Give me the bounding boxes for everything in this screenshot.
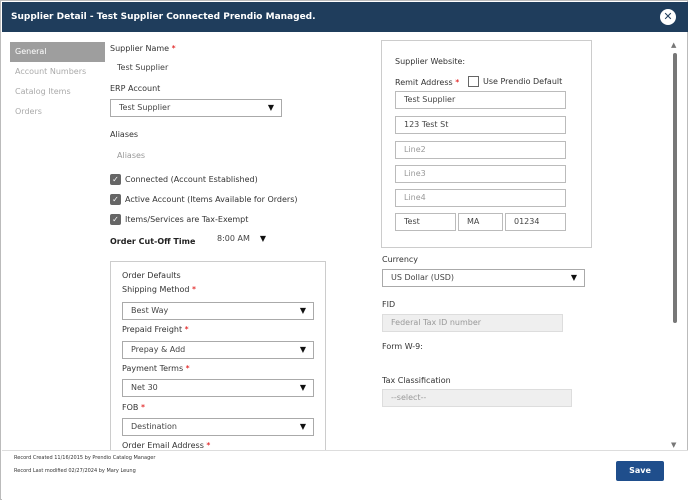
modal-title: Supplier Detail - Test Supplier Connecte… xyxy=(11,12,316,22)
supplier-website-label: Supplier Website: xyxy=(395,57,466,66)
scrollbar-thumb[interactable] xyxy=(673,53,677,323)
tax-classification-select[interactable]: --select-- xyxy=(382,389,572,407)
erp-account-value: Test Supplier xyxy=(119,103,171,112)
connected-checkbox[interactable]: ✓ Connected (Account Established) xyxy=(110,174,258,186)
close-icon[interactable]: ✕ xyxy=(660,9,676,25)
prepaid-freight-label: Prepaid Freight * xyxy=(122,325,189,334)
fid-label: FID xyxy=(382,300,396,309)
payment-terms-value: Net 30 xyxy=(131,383,158,392)
sidebar-item-account-numbers[interactable]: Account Numbers xyxy=(10,62,105,82)
chevron-down-icon: ▼ xyxy=(259,234,266,243)
tax-classification-label: Tax Classification xyxy=(382,376,451,385)
city-input[interactable]: Test xyxy=(395,213,456,231)
checkbox-checked-icon: ✓ xyxy=(110,194,121,205)
aliases-input[interactable]: Aliases xyxy=(117,151,145,160)
address-line3-input[interactable]: Line2 xyxy=(395,141,566,159)
sidebar-item-general[interactable]: General xyxy=(10,42,105,62)
record-modified-text: Record Last modified 02/27/2024 by Mary … xyxy=(14,468,136,474)
use-prendio-default-label: Use Prendio Default xyxy=(483,77,563,86)
shipping-method-select[interactable]: Best Way ▼ xyxy=(122,302,314,320)
supplier-detail-modal: Supplier Detail - Test Supplier Connecte… xyxy=(0,0,688,500)
active-account-checkbox[interactable]: ✓ Active Account (Items Available for Ord… xyxy=(110,194,298,206)
shipping-method-label: Shipping Method * xyxy=(122,285,196,294)
payment-terms-label: Payment Terms * xyxy=(122,364,190,373)
cutoff-time-select[interactable]: 8:00 AM ▼ xyxy=(213,231,268,249)
modal-titlebar: Supplier Detail - Test Supplier Connecte… xyxy=(2,2,688,32)
prepaid-freight-value: Prepay & Add xyxy=(131,345,186,354)
use-prendio-default-checkbox[interactable]: Use Prendio Default xyxy=(468,76,562,88)
sidebar-nav: General Account Numbers Catalog Items Or… xyxy=(10,42,105,122)
tax-exempt-label: Items/Services are Tax-Exempt xyxy=(125,215,249,224)
currency-select[interactable]: US Dollar (USD) ▼ xyxy=(382,269,585,287)
sidebar-item-orders[interactable]: Orders xyxy=(10,102,105,122)
aliases-label: Aliases xyxy=(110,130,139,139)
record-created-text: Record Created 11/16/2015 by Prendio Cat… xyxy=(14,455,156,461)
chevron-down-icon: ▼ xyxy=(299,422,306,431)
chevron-down-icon: ▼ xyxy=(570,273,577,282)
address-line1-input[interactable]: Test Supplier xyxy=(395,91,566,109)
shipping-method-value: Best Way xyxy=(131,306,169,315)
remit-address-label: Remit Address * xyxy=(395,78,460,87)
address-line4-input[interactable]: Line3 xyxy=(395,165,566,183)
address-line5-input[interactable]: Line4 xyxy=(395,189,566,207)
chevron-down-icon: ▼ xyxy=(267,103,274,112)
checkbox-checked-icon: ✓ xyxy=(110,174,121,185)
order-email-label: Order Email Address * xyxy=(122,441,211,450)
active-account-label: Active Account (Items Available for Orde… xyxy=(125,195,298,204)
payment-terms-select[interactable]: Net 30 ▼ xyxy=(122,379,314,397)
supplier-name-label: Supplier Name * xyxy=(110,44,176,53)
modal-footer: Record Created 11/16/2015 by Prendio Cat… xyxy=(2,450,688,500)
chevron-down-icon: ▼ xyxy=(299,383,306,392)
zip-input[interactable]: 01234 xyxy=(505,213,566,231)
connected-label: Connected (Account Established) xyxy=(125,175,258,184)
address-line2-input[interactable]: 123 Test St xyxy=(395,116,566,134)
fob-value: Destination xyxy=(131,422,177,431)
form-w9-label: Form W-9: xyxy=(382,342,423,351)
state-input[interactable]: MA xyxy=(458,213,503,231)
checkbox-checked-icon: ✓ xyxy=(110,214,121,225)
cutoff-time-label: Order Cut-Off Time xyxy=(110,237,196,246)
currency-value: US Dollar (USD) xyxy=(391,273,455,282)
sidebar-item-catalog-items[interactable]: Catalog Items xyxy=(10,82,105,102)
order-defaults-heading: Order Defaults xyxy=(122,271,181,280)
currency-label: Currency xyxy=(382,255,419,264)
chevron-down-icon: ▼ xyxy=(299,306,306,315)
fob-label: FOB * xyxy=(122,403,145,412)
tax-exempt-checkbox[interactable]: ✓ Items/Services are Tax-Exempt xyxy=(110,214,248,226)
fid-input[interactable]: Federal Tax ID number xyxy=(382,314,563,332)
erp-account-select[interactable]: Test Supplier ▼ xyxy=(110,99,282,117)
save-button[interactable]: Save xyxy=(616,461,664,481)
scroll-down-icon[interactable]: ▼ xyxy=(671,441,676,449)
scroll-up-icon[interactable]: ▲ xyxy=(671,41,676,49)
erp-account-label: ERP Account xyxy=(110,84,161,93)
supplier-name-value: Test Supplier xyxy=(117,63,169,72)
checkbox-empty-icon xyxy=(468,76,479,87)
chevron-down-icon: ▼ xyxy=(299,345,306,354)
prepaid-freight-select[interactable]: Prepay & Add ▼ xyxy=(122,341,314,359)
fob-select[interactable]: Destination ▼ xyxy=(122,418,314,436)
cutoff-time-value: 8:00 AM xyxy=(217,234,250,243)
